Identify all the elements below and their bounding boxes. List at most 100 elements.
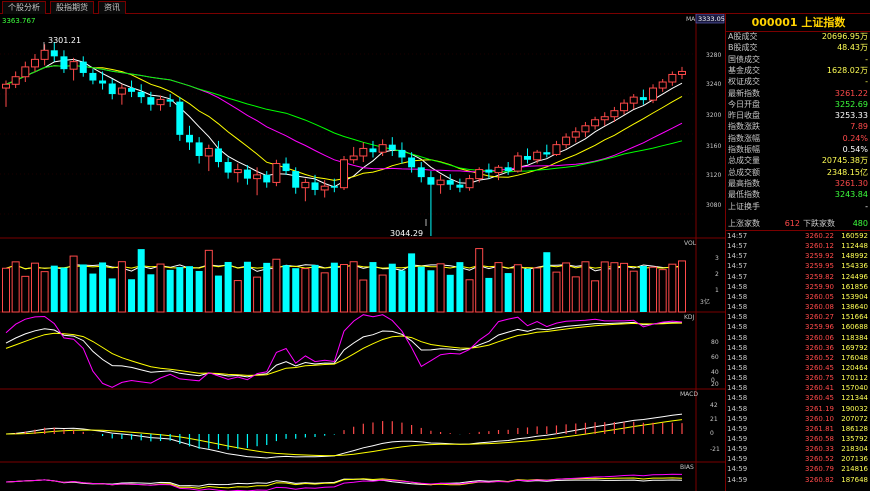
candle-body-down	[50, 50, 58, 57]
tab-index-futures[interactable]: 股指期货	[50, 1, 94, 14]
tick-row[interactable]: 14:57 3260.12 112448	[726, 242, 870, 250]
candle-body-down	[523, 155, 531, 160]
macd-axis-tick: 0	[710, 430, 714, 437]
candle-body-down	[185, 134, 193, 143]
candle-body-up	[30, 58, 39, 68]
candle-body-down	[128, 88, 136, 92]
tick-volume: 160592	[841, 232, 868, 240]
tick-row[interactable]: 14:59 3260.33 218304	[726, 445, 870, 453]
tick-time: 14:58	[727, 282, 748, 291]
tick-time: 14:58	[727, 353, 748, 362]
quote-value: 3252.69	[834, 99, 868, 109]
volume-bar-up	[156, 263, 165, 313]
volume-bar-down	[50, 265, 58, 312]
volume-bar-up	[204, 249, 213, 313]
tick-price: 3260.27	[805, 313, 834, 322]
tick-volume: 207072	[841, 414, 868, 423]
candle-body-up	[117, 87, 126, 95]
tick-row[interactable]: 14:58 3260.36 169792	[726, 344, 870, 352]
tick-row[interactable]: 14:59 3260.79 214816	[726, 465, 870, 473]
candle-body-down	[330, 186, 338, 188]
volume-bar-down	[504, 273, 512, 312]
volume-bar-up	[571, 276, 580, 313]
tick-row[interactable]: 14:57 3259.82 124496	[726, 273, 870, 281]
volume-bar-down	[388, 263, 396, 312]
quote-value: 0.54%	[842, 145, 868, 154]
quote-label: B股成交	[728, 43, 758, 53]
quote-panel: 000001 上证指数 A股成交 20696.95万 B股成交 48.43万 国债成交 -…	[725, 14, 870, 491]
volume-bar-up	[610, 262, 619, 313]
tick-price: 3259.90	[805, 282, 834, 291]
candle-body-down	[89, 72, 97, 81]
volume-bar-down	[176, 267, 184, 312]
quote-value: -	[865, 201, 868, 211]
tick-row[interactable]: 14:58 3260.27 151664	[726, 313, 870, 321]
tick-volume: 161856	[841, 282, 868, 291]
tick-row[interactable]: 14:59 3260.58 135792	[726, 435, 870, 443]
tick-row[interactable]: 14:58 3260.06 118384	[726, 334, 870, 342]
tick-row[interactable]: 14:58 3260.52 176048	[726, 354, 870, 362]
volume-bar-up	[668, 263, 677, 313]
candle-body-down	[263, 174, 271, 183]
tick-row[interactable]: 14:57 3259.92 148992	[726, 252, 870, 260]
volume-bar-down	[99, 262, 107, 312]
quote-row: 指数涨幅 0.24%	[726, 134, 870, 144]
candle-body-down	[369, 148, 377, 153]
tick-row[interactable]: 14:58 3260.08 138640	[726, 303, 870, 311]
volume-bar-up	[620, 262, 629, 313]
tick-time: 14:59	[727, 445, 748, 454]
quote-row: 上证换手 -	[726, 202, 870, 212]
tick-time: 14:58	[727, 333, 748, 342]
candle-body-up	[591, 119, 600, 127]
kline-chart[interactable]: 3363.767 MA 3333.05 3301.21 3044.29 3280…	[0, 14, 725, 491]
tick-time: 14:57	[727, 252, 748, 261]
candle-body-down	[485, 169, 493, 173]
candle-body-down	[446, 180, 454, 185]
tick-volume: 148992	[841, 252, 868, 261]
tick-row[interactable]: 14:58 3260.45 121344	[726, 394, 870, 402]
tick-row[interactable]: 14:59 3261.81 186128	[726, 425, 870, 433]
candle-body-up	[204, 147, 213, 157]
tick-price: 3260.52	[805, 353, 834, 362]
tick-volume: 176048	[841, 353, 868, 362]
tab-stock-analysis[interactable]: 个股分析	[2, 1, 46, 14]
candle-body-down	[108, 83, 116, 95]
candle-body-up	[21, 66, 30, 78]
candle-body-down	[456, 184, 464, 188]
tick-row[interactable]: 14:59 3260.52 207136	[726, 455, 870, 463]
tick-time: 14:58	[727, 303, 748, 312]
quote-row: 指数振幅 0.54%	[726, 145, 870, 155]
tick-row[interactable]: 14:58 3261.19 190032	[726, 405, 870, 413]
tick-price: 3260.12	[805, 242, 834, 251]
tick-volume: 187648	[841, 475, 868, 484]
quote-value: 3243.84	[834, 190, 868, 200]
tick-row[interactable]: 14:58 3259.90 161856	[726, 283, 870, 291]
tick-row[interactable]: 14:58 3260.75 170112	[726, 374, 870, 382]
index-code: 000001	[751, 16, 798, 29]
candle-body-down	[79, 61, 87, 73]
volume-bar-up	[253, 276, 262, 313]
volume-bar-up	[649, 266, 658, 313]
tick-row[interactable]: 14:59 3260.82 187648	[726, 476, 870, 484]
tick-price: 3259.82	[805, 272, 834, 281]
tick-row[interactable]: 14:58 3260.45 120464	[726, 364, 870, 372]
volume-bar-down	[214, 275, 222, 312]
tick-price: 3260.22	[805, 232, 834, 240]
tick-row[interactable]: 14:57 3260.22 160592	[726, 232, 870, 240]
tick-volume: 153904	[841, 292, 868, 301]
volume-bar-down	[282, 265, 290, 312]
tick-row[interactable]: 14:58 3260.41 157040	[726, 384, 870, 392]
quote-value: 3253.33	[834, 111, 868, 121]
quote-label: 基金成交	[728, 65, 760, 75]
tick-volume: 218304	[841, 445, 868, 454]
tick-row[interactable]: 14:57 3259.95 154336	[726, 262, 870, 270]
tick-row[interactable]: 14:58 3260.05 153904	[726, 293, 870, 301]
tick-price: 3260.82	[805, 475, 834, 484]
tick-price: 3260.05	[805, 292, 834, 301]
index-name: 上证指数	[801, 16, 846, 29]
candle-body-up	[378, 144, 387, 153]
tab-news[interactable]: 资讯	[98, 1, 126, 14]
tick-row[interactable]: 14:59 3260.10 207072	[726, 415, 870, 423]
tick-row[interactable]: 14:58 3259.96 160688	[726, 323, 870, 331]
tick-volume: 157040	[841, 384, 868, 393]
